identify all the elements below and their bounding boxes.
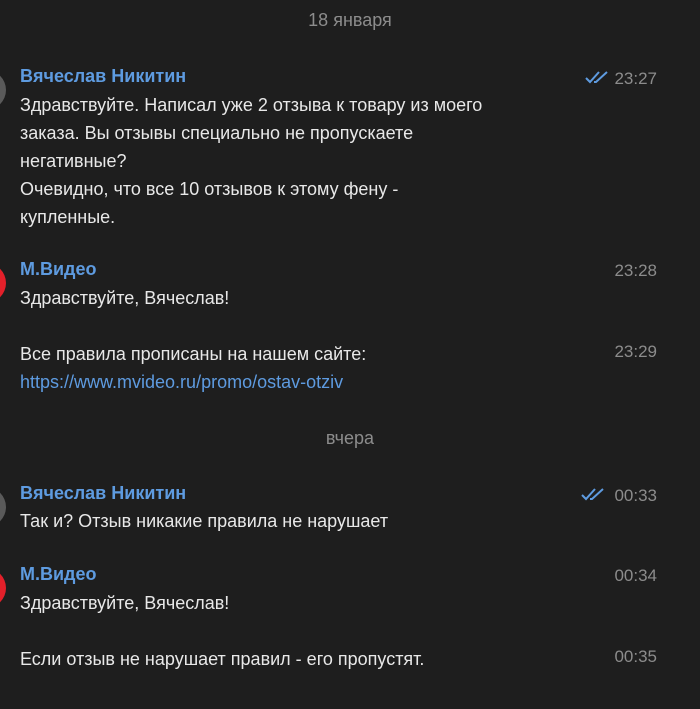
message-text: Если отзыв не нарушает правил - его проп… (20, 645, 424, 673)
message-text: Так и? Отзыв никакие правила не нарушает (20, 507, 388, 535)
message-time: 00:35 (614, 647, 657, 666)
message-text: Здравствуйте. Написал уже 2 отзыва к тов… (20, 91, 482, 231)
message-line: купленные. (20, 207, 116, 227)
message-line: негативные? (20, 151, 127, 171)
message-time: 00:33 (614, 486, 657, 505)
message-text: Здравствуйте, Вячеслав! (20, 284, 229, 312)
sender-name[interactable]: М.Видео (20, 259, 97, 280)
sender-name[interactable]: М.Видео (20, 564, 97, 585)
message-line: Так и? Отзыв никакие правила не нарушает (20, 511, 389, 531)
chat-history: 18 января Вячеслав Никитин 23:27 Здравст… (0, 0, 700, 709)
avatar[interactable] (0, 487, 6, 527)
double-check-icon (581, 487, 607, 501)
message-line: Здравствуйте, Вячеслав! (20, 288, 230, 308)
avatar[interactable] (0, 568, 6, 608)
avatar[interactable] (0, 70, 6, 110)
message-line: Если отзыв не нарушает правил - его проп… (20, 649, 425, 669)
promo-link[interactable]: https://www.mvideo.ru/promo/ostav-otziv (20, 368, 366, 396)
message-time: 23:29 (614, 342, 657, 361)
message-line: заказа. Вы отзывы специально не пропуска… (20, 123, 414, 143)
message-text: Здравствуйте, Вячеслав! (20, 589, 229, 617)
message-line: Очевидно, что все 10 отзывов к этому фен… (20, 179, 399, 199)
message-line: Все правила прописаны на нашем сайте: (20, 344, 367, 364)
double-check-icon (585, 70, 611, 84)
message-line: Здравствуйте, Вячеслав! (20, 593, 230, 613)
message-line: Здравствуйте. Написал уже 2 отзыва к тов… (20, 95, 483, 115)
sender-name[interactable]: Вячеслав Никитин (20, 483, 186, 504)
sender-name[interactable]: Вячеслав Никитин (20, 66, 186, 87)
date-separator: 18 января (308, 10, 392, 30)
date-separator: вчера (325, 428, 375, 448)
avatar[interactable] (0, 263, 6, 303)
message-text: Все правила прописаны на нашем сайте: ht… (20, 340, 366, 396)
message-time: 23:27 (614, 69, 657, 88)
message-time: 00:34 (614, 566, 657, 585)
message-time: 23:28 (614, 261, 657, 280)
